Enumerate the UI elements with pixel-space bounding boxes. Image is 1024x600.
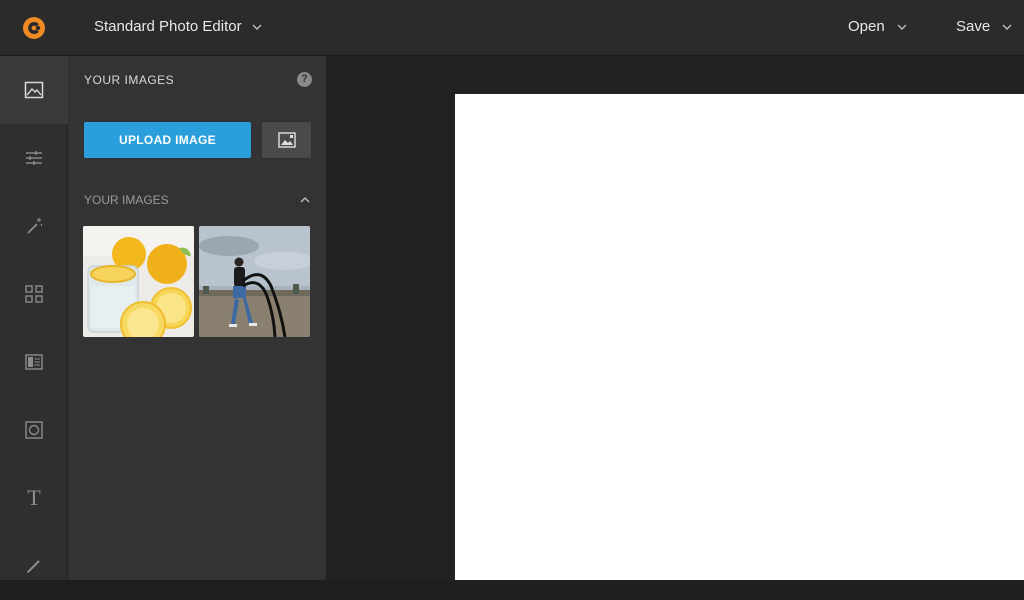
rail-item-frames[interactable] xyxy=(0,328,68,396)
top-bar: Standard Photo Editor Open Save xyxy=(0,0,1024,56)
images-panel: YOUR IMAGES ? UPLOAD IMAGE YOUR IMAGES xyxy=(68,56,326,580)
rail-item-text[interactable]: T xyxy=(0,464,68,532)
section-title: YOUR IMAGES xyxy=(84,193,169,207)
chevron-down-icon xyxy=(1002,24,1012,30)
chevron-up-icon xyxy=(300,197,310,203)
your-images-section-toggle[interactable]: YOUR IMAGES xyxy=(84,193,310,207)
image-library-button[interactable] xyxy=(262,122,311,158)
brush-icon xyxy=(27,560,40,573)
open-menu-button[interactable]: Open xyxy=(848,18,907,35)
image-library-icon xyxy=(277,132,296,148)
workspace xyxy=(326,56,1024,580)
chevron-down-icon xyxy=(897,24,907,30)
grid-icon xyxy=(25,285,43,303)
rail-item-images[interactable] xyxy=(0,56,68,124)
rail-item-adjust[interactable] xyxy=(0,124,68,192)
sliders-icon xyxy=(26,151,42,165)
frame-icon xyxy=(25,354,43,370)
editor-mode-label: Standard Photo Editor xyxy=(94,18,242,35)
rail-item-draw[interactable] xyxy=(0,532,68,600)
editing-canvas[interactable] xyxy=(455,94,1024,580)
rail-item-effects[interactable] xyxy=(0,192,68,260)
magic-wand-icon xyxy=(27,218,43,234)
save-menu-button[interactable]: Save xyxy=(956,18,1012,35)
rail-item-layouts[interactable] xyxy=(0,260,68,328)
tool-rail: T xyxy=(0,56,68,580)
text-icon: T xyxy=(27,485,41,510)
panel-title: YOUR IMAGES xyxy=(84,73,175,87)
image-thumbnail[interactable] xyxy=(83,226,194,337)
upload-image-button[interactable]: UPLOAD IMAGE xyxy=(84,122,251,158)
open-label: Open xyxy=(848,18,885,35)
chevron-down-icon xyxy=(252,24,262,30)
help-icon[interactable]: ? xyxy=(297,72,312,87)
save-label: Save xyxy=(956,18,991,35)
image-thumbnail[interactable] xyxy=(199,226,310,337)
battle-ropes-photo xyxy=(199,226,310,337)
editor-mode-dropdown[interactable]: Standard Photo Editor xyxy=(94,18,262,35)
vignette-icon xyxy=(25,421,43,439)
image-icon xyxy=(24,81,44,99)
app-logo-icon[interactable] xyxy=(22,16,46,40)
rail-item-vignette[interactable] xyxy=(0,396,68,464)
lemon-water-photo xyxy=(83,226,194,337)
